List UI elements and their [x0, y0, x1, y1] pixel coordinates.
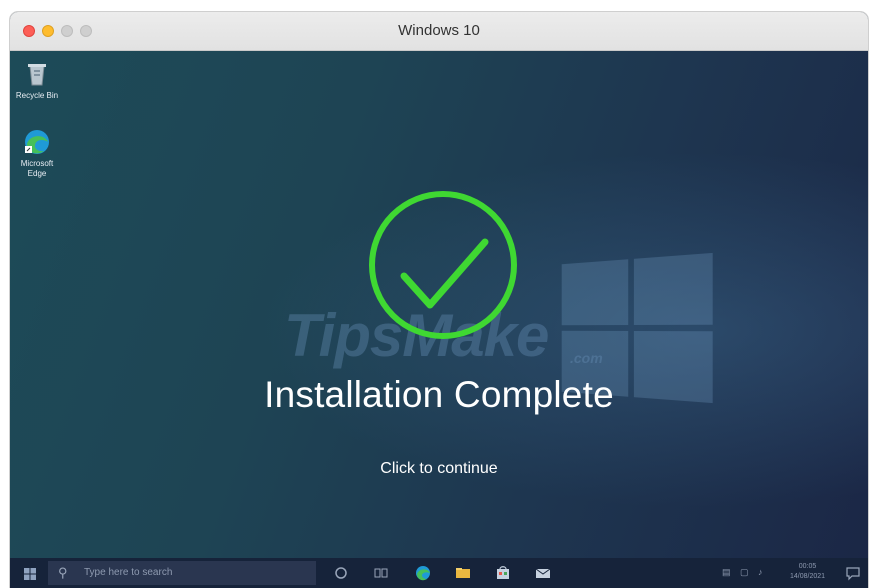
task-view-icon[interactable] [372, 564, 390, 582]
system-clock[interactable]: 00:05 14/08/2021 [790, 562, 825, 582]
file-explorer-icon[interactable] [454, 564, 472, 582]
desktop-icon-edge[interactable]: Microsoft Edge [12, 127, 62, 179]
taskbar: ⚲ Type here to search ▤ ▢ ♪ 00:05 14/08/… [10, 558, 868, 588]
store-icon[interactable] [494, 564, 512, 582]
search-placeholder: Type here to search [84, 567, 173, 578]
title-bar[interactable]: Windows 10 [10, 12, 868, 51]
checkmark-icon [366, 188, 520, 342]
clock-time: 00:05 [798, 563, 817, 570]
desktop-background[interactable]: Recycle Bin Microsoft Edge TipsMake .com… [10, 51, 868, 558]
continue-link[interactable]: Click to continue [10, 460, 868, 478]
watermark-suffix: .com [570, 350, 603, 366]
window-title: Windows 10 [398, 22, 480, 39]
network-icon[interactable]: ▤ [722, 567, 731, 578]
desktop-icon-label: Microsoft Edge [20, 159, 54, 178]
search-icon: ⚲ [58, 565, 68, 580]
desktop-icon-label: Recycle Bin [15, 91, 59, 100]
taskbar-search[interactable]: ⚲ Type here to search [48, 561, 316, 585]
desktop-icon-recycle-bin[interactable]: Recycle Bin [12, 59, 62, 101]
clock-date: 14/08/2021 [790, 573, 826, 580]
edge-taskbar-icon[interactable] [414, 564, 432, 582]
vm-window: Windows 10 Recycle Bin Microsoft Edge Ti… [10, 12, 868, 588]
edge-icon [22, 127, 52, 157]
start-button[interactable] [24, 567, 36, 580]
volume-icon[interactable]: ♪ [758, 567, 763, 577]
display-icon[interactable]: ▢ [740, 567, 749, 578]
installation-complete-heading: Installation Complete [264, 374, 614, 415]
notification-icon[interactable] [844, 564, 862, 582]
recycle-bin-icon [22, 59, 52, 89]
cortana-icon[interactable] [332, 564, 350, 582]
mail-icon[interactable] [534, 564, 552, 582]
